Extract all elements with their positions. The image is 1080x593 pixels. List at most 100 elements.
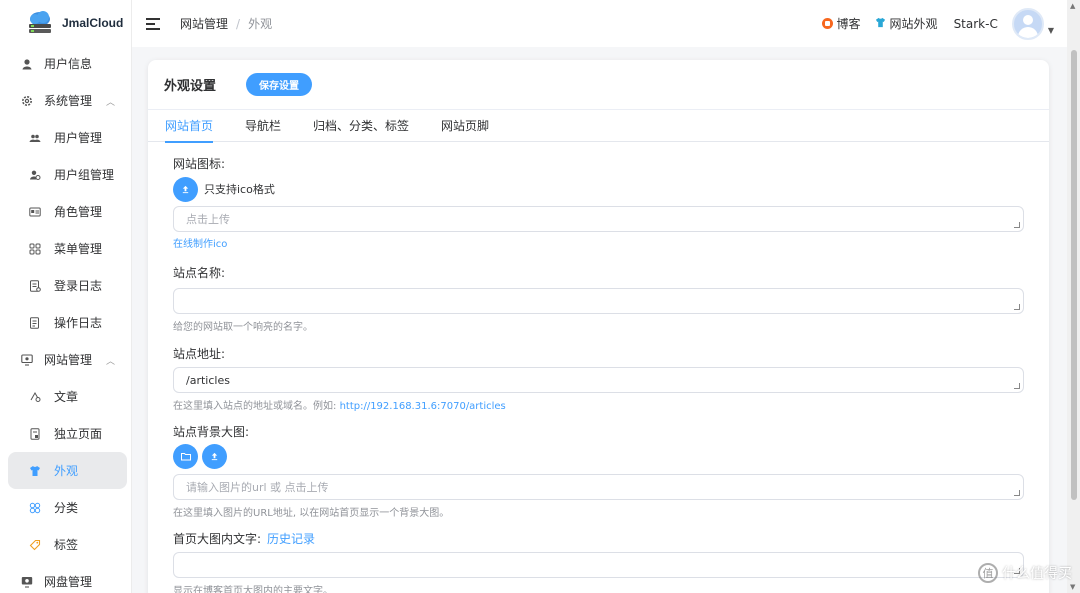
banner-text-label: 首页大图内文字: — [173, 531, 262, 546]
tag-icon — [28, 538, 42, 552]
site-appearance-link[interactable]: 网站外观 — [875, 15, 938, 32]
sidebar-item-website[interactable]: 网站管理 ︿ — [0, 341, 131, 378]
sidebar-item-articles[interactable]: 文章 — [0, 378, 131, 415]
watermark-logo-icon: 值 — [978, 563, 998, 583]
chevron-up-icon: ︿ — [106, 98, 116, 108]
background-folder-button[interactable] — [173, 443, 198, 469]
sidebar: JmalCloud 用户信息 系统管理 ︿ 用户管理 用户组管理 角色管理 菜单… — [0, 0, 132, 593]
user-icon — [20, 57, 34, 71]
sidebar-item-label: 用户管理 — [54, 131, 103, 145]
sidebar-item-label: 用户信息 — [44, 57, 93, 71]
tab-navbar[interactable]: 导航栏 — [245, 110, 281, 142]
history-link[interactable]: 历史记录 — [267, 530, 315, 547]
sidebar-item-appearance[interactable]: 外观 — [8, 452, 127, 489]
menu-toggle-icon[interactable] — [146, 17, 160, 30]
sidebar-item-user-info[interactable]: 用户信息 — [0, 45, 131, 82]
breadcrumb-item-website[interactable]: 网站管理 — [180, 15, 228, 32]
sidebar-item-user-group[interactable]: 用户组管理 — [0, 156, 131, 193]
tab-home[interactable]: 网站首页 — [165, 110, 214, 143]
background-help: 在这里填入图片的URL地址, 以在网站首页显示一个背景大图。 — [173, 508, 450, 519]
favicon-input[interactable]: 点击上传 — [173, 206, 1024, 232]
sidebar-item-tags[interactable]: 标签 — [0, 526, 131, 563]
sidebar-item-label: 角色管理 — [54, 205, 103, 219]
site-name-help: 给您的网站取一个响亮的名字。 — [173, 322, 313, 333]
sidebar-item-label: 分类 — [54, 501, 79, 515]
site-appearance-label: 网站外观 — [889, 17, 938, 31]
log-icon — [28, 279, 42, 293]
save-settings-button[interactable]: 保存设置 — [246, 73, 313, 96]
site-url-input[interactable]: /articles — [173, 367, 1024, 393]
breadcrumb-separator: / — [236, 16, 241, 31]
sidebar-item-label: 系统管理 — [44, 94, 93, 108]
sidebar-item-menus[interactable]: 菜单管理 — [0, 230, 131, 267]
users-icon — [28, 131, 42, 145]
watermark: 值 什么值得买 — [978, 563, 1072, 583]
background-placeholder: 请输入图片的url 或 点击上传 — [186, 481, 329, 494]
gear-icon — [20, 94, 34, 108]
top-header: 网站管理 / 外观 博客 网站外观 Stark-C ▼ — [132, 0, 1080, 47]
site-url-example-link[interactable]: http://192.168.31.6:7070/articles — [340, 401, 506, 412]
tab-footer[interactable]: 网站页脚 — [441, 110, 489, 142]
sidebar-item-system[interactable]: 系统管理 ︿ — [0, 82, 131, 119]
sidebar-item-label: 网盘管理 — [44, 575, 93, 589]
breadcrumb-item-appearance: 外观 — [248, 17, 273, 31]
site-url-label: 站点地址: — [173, 346, 226, 361]
scroll-up-icon[interactable]: ▲ — [1070, 2, 1075, 10]
disk-icon — [20, 575, 34, 589]
banner-text-label-row: 首页大图内文字: 历史记录 — [173, 530, 1024, 546]
cloud-logo-icon — [26, 9, 54, 37]
caret-down-icon[interactable]: ▼ — [1048, 26, 1054, 35]
breadcrumb: 网站管理 / 外观 — [180, 15, 272, 32]
sidebar-item-operation-log[interactable]: 操作日志 — [0, 304, 131, 341]
sidebar-item-categories[interactable]: 分类 — [0, 489, 131, 526]
tab-archive[interactable]: 归档、分类、标签 — [313, 110, 409, 142]
folder-icon — [180, 452, 191, 460]
background-input[interactable]: 请输入图片的url 或 点击上传 — [173, 474, 1024, 500]
site-url-value: /articles — [186, 373, 230, 387]
upload-icon — [182, 185, 189, 193]
favicon-label: 网站图标: — [173, 156, 226, 171]
favicon-placeholder: 点击上传 — [186, 213, 230, 226]
appearance-settings-card: 外观设置 保存设置 网站首页 导航栏 归档、分类、标签 网站页脚 网站图标: 只… — [148, 60, 1049, 593]
banner-text-help: 显示在博客首页大图内的主要文字。 — [173, 586, 333, 593]
sidebar-item-label: 操作日志 — [54, 316, 103, 330]
sidebar-item-login-log[interactable]: 登录日志 — [0, 267, 131, 304]
home-settings-form: 网站图标: 只支持ico格式 点击上传 在线制作ico 站点名称: 给您的网站取… — [148, 142, 1049, 593]
sidebar-item-pages[interactable]: 独立页面 — [0, 415, 131, 452]
grid-icon — [28, 242, 42, 256]
website-icon — [20, 353, 34, 367]
sidebar-item-disk[interactable]: 网盘管理 — [0, 563, 131, 593]
banner-text-input[interactable] — [173, 552, 1024, 578]
scroll-down-icon[interactable]: ▼ — [1070, 583, 1075, 591]
sidebar-item-label: 文章 — [54, 390, 79, 404]
page-icon — [28, 427, 42, 441]
page-title: 外观设置 — [164, 79, 217, 94]
page-scrollbar[interactable]: ▲ ▼ — [1067, 0, 1080, 593]
sidebar-item-user-management[interactable]: 用户管理 — [0, 119, 131, 156]
site-url-help: 在这里填入站点的地址或域名。例如: http://192.168.31.6:70… — [173, 397, 1024, 412]
sidebar-item-label: 外观 — [54, 464, 79, 478]
user-name[interactable]: Stark-C — [954, 17, 998, 31]
sidebar-item-label: 菜单管理 — [54, 242, 103, 256]
watermark-text: 什么值得买 — [1002, 566, 1072, 582]
chevron-up-icon: ︿ — [106, 357, 116, 367]
id-card-icon — [28, 205, 42, 219]
shirt-icon — [875, 17, 886, 31]
make-ico-link[interactable]: 在线制作ico — [173, 235, 1024, 250]
user-group-icon — [28, 168, 42, 182]
app-logo[interactable]: JmalCloud — [0, 0, 131, 46]
favicon-upload-row: 只支持ico格式 — [173, 176, 1024, 202]
blog-icon — [821, 18, 833, 29]
sidebar-item-roles[interactable]: 角色管理 — [0, 193, 131, 230]
background-upload-button[interactable] — [202, 443, 227, 469]
avatar[interactable] — [1011, 7, 1044, 40]
favicon-upload-button[interactable] — [173, 176, 198, 202]
blog-link[interactable]: 博客 — [821, 15, 861, 32]
scrollbar-thumb[interactable] — [1071, 50, 1077, 500]
background-label: 站点背景大图: — [173, 424, 250, 439]
upload-icon — [211, 452, 218, 460]
shirt-icon — [28, 464, 42, 478]
sidebar-item-label: 用户组管理 — [54, 168, 115, 182]
article-icon — [28, 390, 42, 404]
site-name-input[interactable] — [173, 288, 1024, 314]
